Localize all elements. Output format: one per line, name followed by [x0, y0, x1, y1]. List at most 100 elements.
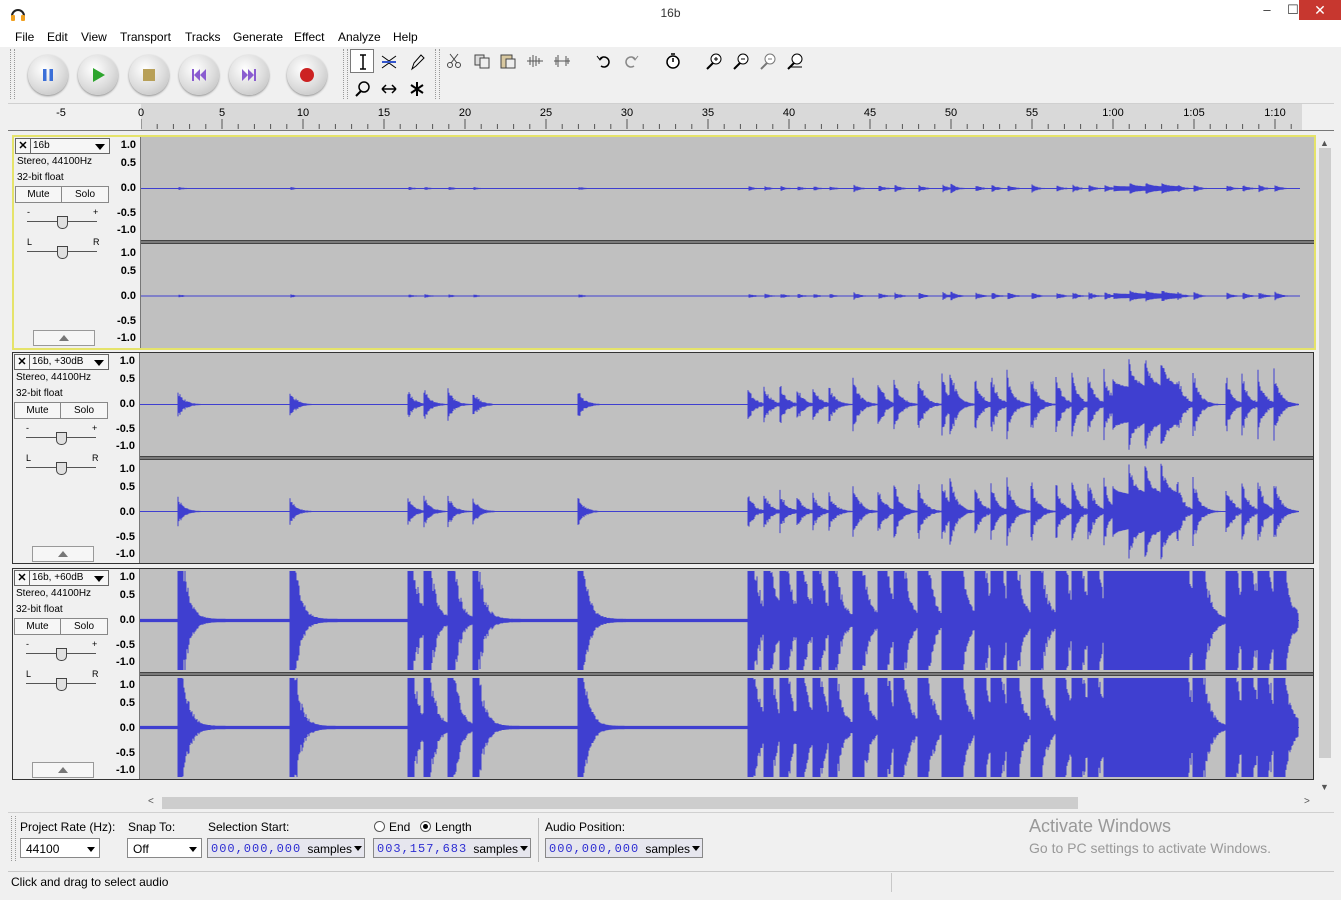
undo-button[interactable]	[592, 49, 616, 73]
track-close-button[interactable]: ✕	[15, 571, 30, 585]
menu-file[interactable]: File	[15, 30, 34, 44]
audio-track-2[interactable]: ✕ 16b, +30dB Stereo, 44100Hz 32-bit floa…	[12, 352, 1314, 564]
cut-button[interactable]	[442, 49, 466, 73]
gain-slider[interactable]	[57, 216, 68, 229]
solo-button[interactable]: Solo	[60, 402, 108, 419]
skip-to-start-button[interactable]	[179, 55, 219, 95]
gain-slider[interactable]	[56, 432, 67, 445]
scale-label: 1.0	[119, 571, 135, 583]
record-button[interactable]	[287, 55, 327, 95]
project-rate-select[interactable]: 44100	[20, 838, 100, 858]
waveform-right-channel[interactable]	[140, 676, 1313, 779]
waveform-left-channel[interactable]	[140, 353, 1313, 456]
track-control-panel: ✕ 16b, +30dB Stereo, 44100Hz 32-bit floa…	[13, 353, 110, 563]
ruler-label: 50	[944, 107, 958, 119]
menu-edit[interactable]: Edit	[47, 30, 68, 44]
toolbar-grip[interactable]	[10, 49, 15, 99]
pan-slider[interactable]	[57, 246, 68, 259]
pan-right-label: R	[92, 453, 99, 463]
close-window-button[interactable]: ✕	[1299, 0, 1341, 20]
menu-effect[interactable]: Effect	[294, 30, 324, 44]
scroll-up-icon[interactable]: ▲	[1320, 138, 1329, 148]
skip-to-end-button[interactable]	[229, 55, 269, 95]
track-name-menu[interactable]: ✕ 16b, +30dB	[14, 354, 109, 370]
waveform-right-channel[interactable]	[141, 244, 1314, 348]
chevron-down-icon	[87, 847, 95, 852]
audio-track-1[interactable]: ✕ 16b Stereo, 44100Hz 32-bit float Mute …	[12, 135, 1316, 350]
scale-label: 0.5	[119, 373, 135, 385]
snap-to-select[interactable]: Off	[127, 838, 202, 858]
menu-analyze[interactable]: Analyze	[338, 30, 381, 44]
status-text: Click and drag to select audio	[11, 875, 169, 889]
selection-start-field[interactable]: 000,000,000 samples	[207, 838, 365, 858]
paste-button[interactable]	[496, 49, 520, 73]
menu-tracks[interactable]: Tracks	[185, 30, 221, 44]
end-radio[interactable]	[374, 821, 385, 832]
pan-slider[interactable]	[56, 462, 67, 475]
envelope-icon	[381, 55, 397, 69]
audio-track-3[interactable]: ✕ 16b, +60dB Stereo, 44100Hz 32-bit floa…	[12, 568, 1314, 780]
mute-button[interactable]: Mute	[14, 402, 61, 419]
sync-lock-button[interactable]	[661, 49, 685, 73]
draw-tool[interactable]	[404, 49, 428, 73]
pan-left-label: L	[26, 669, 32, 679]
menu-transport[interactable]: Transport	[120, 30, 171, 44]
trim-button[interactable]	[523, 49, 547, 73]
timeshift-tool[interactable]	[376, 76, 400, 100]
fit-selection-button[interactable]	[756, 49, 780, 73]
undo-icon	[596, 55, 610, 68]
waveform-left-channel[interactable]	[141, 137, 1314, 240]
stop-button[interactable]	[129, 55, 169, 95]
toolbar-grip[interactable]	[435, 49, 440, 99]
toolbar-grip[interactable]	[343, 49, 348, 99]
track-close-button[interactable]: ✕	[16, 139, 31, 153]
scroll-right-icon[interactable]: >	[1304, 796, 1310, 807]
scale-label: -1.0	[116, 656, 135, 668]
track-close-button[interactable]: ✕	[15, 355, 30, 369]
pan-slider[interactable]	[56, 678, 67, 691]
length-field[interactable]: 003,157,683 samples	[373, 838, 531, 858]
multi-tool[interactable]	[404, 76, 428, 100]
zoom-in-button[interactable]	[702, 49, 726, 73]
scroll-left-icon[interactable]: <	[148, 796, 154, 807]
minimize-button[interactable]: –	[1254, 0, 1280, 20]
play-button[interactable]	[78, 55, 118, 95]
selection-start-value: 000,000,000	[211, 842, 302, 856]
track-name-menu[interactable]: ✕ 16b	[15, 138, 110, 154]
collapse-track-button[interactable]	[32, 762, 94, 778]
menu-view[interactable]: View	[81, 30, 107, 44]
menu-help[interactable]: Help	[393, 30, 418, 44]
magnifier-icon	[355, 81, 370, 97]
waveform-right-channel[interactable]	[140, 460, 1313, 563]
gain-slider[interactable]	[56, 648, 67, 661]
copy-button[interactable]	[470, 49, 494, 73]
pause-button[interactable]	[28, 55, 68, 95]
collapse-track-button[interactable]	[32, 546, 94, 562]
horizontal-scroll-thumb[interactable]	[162, 797, 1078, 809]
track-name-menu[interactable]: ✕ 16b, +60dB	[14, 570, 109, 586]
scroll-down-icon[interactable]: ▼	[1320, 782, 1329, 792]
zoom-tool[interactable]	[350, 76, 374, 100]
ruler-label: 25	[539, 107, 553, 119]
toolbar-grip[interactable]	[11, 816, 16, 861]
fit-project-button[interactable]	[783, 49, 807, 73]
waveform-left-channel[interactable]	[140, 569, 1313, 672]
audio-position-field[interactable]: 000,000,000 samples	[545, 838, 703, 858]
scale-label: 0.0	[119, 398, 135, 410]
silence-button[interactable]	[550, 49, 574, 73]
zoom-out-icon	[733, 53, 749, 70]
mute-button[interactable]: Mute	[15, 186, 62, 203]
vertical-scroll-thumb[interactable]	[1319, 148, 1331, 758]
collapse-track-button[interactable]	[33, 330, 95, 346]
solo-button[interactable]: Solo	[60, 618, 108, 635]
solo-button[interactable]: Solo	[61, 186, 109, 203]
scale-label: -1.0	[117, 224, 136, 236]
menu-generate[interactable]: Generate	[233, 30, 283, 44]
zoom-out-button[interactable]	[729, 49, 753, 73]
envelope-tool[interactable]	[376, 49, 400, 73]
scale-label: -0.5	[116, 423, 135, 435]
length-radio[interactable]	[420, 821, 431, 832]
mute-button[interactable]: Mute	[14, 618, 61, 635]
redo-button[interactable]	[619, 49, 643, 73]
selection-tool[interactable]	[350, 49, 374, 73]
